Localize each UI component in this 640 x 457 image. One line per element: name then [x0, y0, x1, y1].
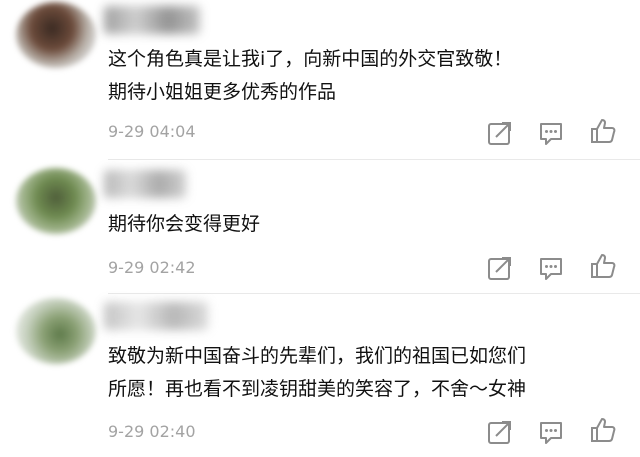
avatar[interactable] — [16, 2, 96, 68]
comment-item: 这个角色真是让我i了，向新中国的外交官致敬！ 期待小姐姐更多优秀的作品 9-29… — [0, 0, 640, 160]
comment-text-line: 这个角色真是让我i了，向新中国的外交官致敬！ — [108, 48, 513, 70]
comment-text: 致敬为新中国奋斗的先辈们，我们的祖国已如您们 所愿！再也看不到凌钥甜美的笑容了，… — [108, 340, 624, 406]
avatar[interactable] — [16, 168, 96, 234]
comment-timestamp: 9-29 02:42 — [108, 258, 196, 277]
comment-timestamp: 9-29 04:04 — [108, 122, 196, 141]
forward-icon[interactable] — [486, 254, 514, 282]
reply-icon[interactable] — [537, 254, 565, 282]
comment-text-line: 期待你会变得更好 — [108, 213, 261, 235]
comment-timestamp: 9-29 02:40 — [108, 422, 196, 441]
comment-text-line: 致敬为新中国奋斗的先辈们，我们的祖国已如您们 — [108, 345, 527, 367]
username-blurred[interactable] — [104, 170, 186, 198]
comment-text: 期待你会变得更好 — [108, 208, 624, 241]
username-blurred[interactable] — [104, 302, 208, 330]
avatar[interactable] — [16, 298, 96, 364]
reply-icon[interactable] — [537, 119, 565, 147]
like-icon[interactable] — [589, 252, 617, 280]
comment-text-line: 期待小姐姐更多优秀的作品 — [108, 81, 337, 103]
comment-text-line: 所愿！再也看不到凌钥甜美的笑容了，不舍～女神 — [108, 378, 527, 400]
comment-item: 期待你会变得更好 9-29 02:42 — [0, 160, 640, 294]
like-icon[interactable] — [589, 416, 617, 444]
reply-icon[interactable] — [537, 418, 565, 446]
username-blurred[interactable] — [104, 6, 200, 34]
comment-text: 这个角色真是让我i了，向新中国的外交官致敬！ 期待小姐姐更多优秀的作品 — [108, 43, 624, 109]
comment-item: 致敬为新中国奋斗的先辈们，我们的祖国已如您们 所愿！再也看不到凌钥甜美的笑容了，… — [0, 294, 640, 457]
like-icon[interactable] — [589, 117, 617, 145]
forward-icon[interactable] — [486, 119, 514, 147]
forward-icon[interactable] — [486, 418, 514, 446]
